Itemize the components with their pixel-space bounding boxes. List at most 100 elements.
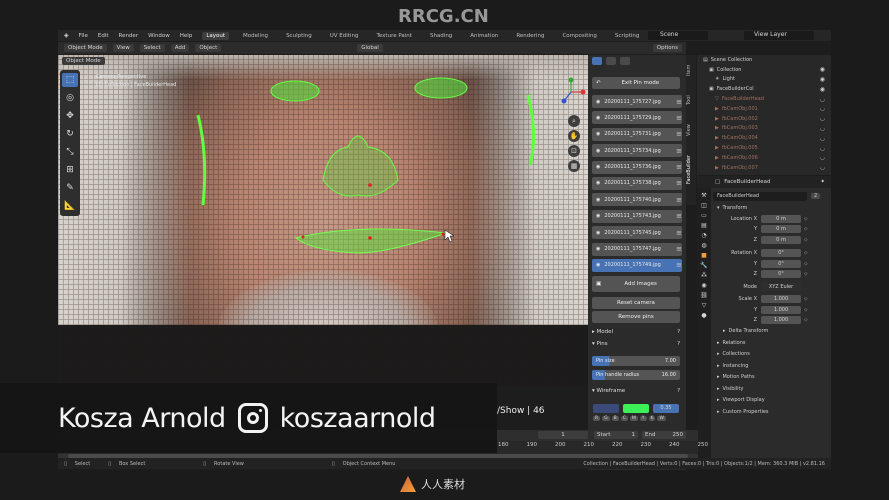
location-y-field[interactable]: 0 m xyxy=(761,225,801,234)
tab-item[interactable]: Item xyxy=(686,55,692,85)
image-row[interactable]: ◉ 20200111_175740.jpg ≡ xyxy=(592,193,682,207)
eye-icon[interactable]: ◉ xyxy=(596,213,600,219)
menu-icon[interactable]: ≡ xyxy=(676,130,682,138)
outliner-row[interactable]: ☀ Light ◉ xyxy=(697,75,831,85)
preset-c[interactable]: C xyxy=(620,416,628,421)
annotate-tool-icon[interactable]: ✎ xyxy=(62,181,78,195)
eye-icon[interactable]: ◡ xyxy=(820,105,825,112)
overlay-toggle-icon[interactable] xyxy=(620,57,630,65)
user-count[interactable]: 2 xyxy=(811,193,821,199)
tab-animation[interactable]: Animation xyxy=(466,32,502,40)
preset-y[interactable]: Y xyxy=(639,416,647,421)
tool-tab-icon[interactable]: ⚒ xyxy=(701,192,706,199)
image-row[interactable]: ◉ 20200111_175734.jpg ≡ xyxy=(592,144,682,158)
eye-icon[interactable]: ◉ xyxy=(596,230,600,236)
rotate-tool-icon[interactable]: ↻ xyxy=(62,127,78,141)
keyframe-icon[interactable]: ⬦ xyxy=(804,317,808,323)
pin[interactable] xyxy=(368,236,372,240)
cursor-tool-icon[interactable]: ◎ xyxy=(62,91,78,105)
object-name-field[interactable]: FaceBuilderHead xyxy=(713,191,807,201)
keyframe-icon[interactable]: ⬦ xyxy=(804,216,808,222)
outliner-row[interactable]: ▽ FaceBuilderHead ◡ xyxy=(697,94,831,104)
physics-tab-icon[interactable]: ◉ xyxy=(701,282,706,289)
output-tab-icon[interactable]: ▭ xyxy=(701,212,707,219)
outliner-row[interactable]: ▶ fbCamObj.002 ◡ xyxy=(697,114,831,124)
menu-file[interactable]: File xyxy=(79,33,88,39)
tab-facebuilder[interactable]: FaceBuilder xyxy=(686,145,692,195)
material-tab-icon[interactable]: ● xyxy=(701,312,706,319)
keyframe-icon[interactable]: ⬦ xyxy=(804,226,808,232)
image-row[interactable]: ◉ 20200111_175738.jpg ≡ xyxy=(592,176,682,190)
scene-tab-icon[interactable]: ◔ xyxy=(701,232,706,239)
tab-view[interactable]: View xyxy=(686,115,692,145)
menu-render[interactable]: Render xyxy=(119,33,139,39)
eye-icon[interactable]: ◉ xyxy=(596,246,600,252)
exit-pin-mode-button[interactable]: ↶ Exit Pin mode xyxy=(592,77,680,89)
tab-rendering[interactable]: Rendering xyxy=(512,32,548,40)
options-dropdown[interactable]: Options xyxy=(652,44,682,52)
pin-handle-radius-slider[interactable]: Pin handle radius 16.00 xyxy=(592,370,680,380)
eye-icon[interactable]: ◡ xyxy=(820,145,825,152)
tab-sculpting[interactable]: Sculpting xyxy=(282,32,316,40)
keyframe-icon[interactable]: ⬦ xyxy=(804,237,808,243)
eye-icon[interactable]: ◡ xyxy=(820,135,825,142)
render-tab-icon[interactable]: ◫ xyxy=(701,202,707,209)
keyframe-icon[interactable]: ⬦ xyxy=(804,261,808,267)
select-tool-icon[interactable]: ⬚ xyxy=(62,73,78,87)
eye-icon[interactable]: ◡ xyxy=(820,164,825,171)
scale-tool-icon[interactable]: ⤡ xyxy=(62,145,78,159)
3d-viewport[interactable]: Object Mode Camera Perspective (1) Colle… xyxy=(58,55,588,385)
eye-icon[interactable]: ◡ xyxy=(820,154,825,161)
menu-icon[interactable]: ≡ xyxy=(676,114,682,122)
eye-icon[interactable]: ◉ xyxy=(596,148,600,154)
menu-help[interactable]: Help xyxy=(180,33,193,39)
blender-logo-icon[interactable]: ◈ xyxy=(64,32,69,39)
eye-icon[interactable]: ◉ xyxy=(596,180,600,186)
menu-icon[interactable]: ≡ xyxy=(676,179,682,187)
preset-w[interactable]: W xyxy=(657,416,666,421)
eye-icon[interactable]: ◉ xyxy=(596,262,600,268)
zoom-icon[interactable]: ⌕ xyxy=(568,115,580,127)
tab-shading[interactable]: Shading xyxy=(426,32,456,40)
menu-icon[interactable]: ≡ xyxy=(676,98,682,106)
image-row[interactable]: ◉ 20200111_175736.jpg ≡ xyxy=(592,160,682,174)
eye-icon[interactable]: ◡ xyxy=(820,96,825,103)
rotation-z-field[interactable]: 0° xyxy=(761,270,801,279)
outliner-row[interactable]: ▶ fbCamObj.003 ◡ xyxy=(697,124,831,134)
menu-icon[interactable]: ≡ xyxy=(676,147,682,155)
constraints-tab-icon[interactable]: ⛓ xyxy=(700,292,708,299)
eye-icon[interactable]: ◉ xyxy=(596,131,600,137)
pin-icon[interactable]: ✦ xyxy=(820,179,825,185)
section-pins[interactable]: ▾ Pins? xyxy=(592,341,680,351)
motion-paths-section[interactable]: ▸ Motion Paths xyxy=(713,372,829,384)
world-tab-icon[interactable]: ◍ xyxy=(701,242,706,249)
pin[interactable] xyxy=(301,235,305,239)
end-frame-field[interactable]: End 250 xyxy=(642,431,686,439)
grid-view-icon[interactable]: ▦ xyxy=(568,160,580,172)
modifier-tab-icon[interactable]: 🔧 xyxy=(700,262,707,269)
image-row[interactable]: ◉ 20200111_175729.jpg ≡ xyxy=(592,111,682,125)
eye-icon[interactable]: ◡ xyxy=(820,115,825,122)
wireframe-opacity-field[interactable]: 0.35 xyxy=(653,404,679,413)
object-mode-button[interactable]: Object Mode xyxy=(62,57,105,65)
menu-icon[interactable]: ≡ xyxy=(676,163,682,171)
preset-g[interactable]: G xyxy=(602,416,610,421)
keyframe-icon[interactable]: ⬦ xyxy=(804,307,808,313)
section-model[interactable]: ▸ Model? xyxy=(592,329,680,339)
view-layer-selector[interactable]: View Layer xyxy=(744,31,814,40)
outliner-row[interactable]: ▶ fbCamObj.005 ◡ xyxy=(697,143,831,153)
move-tool-icon[interactable]: ✥ xyxy=(62,109,78,123)
rotation-x-field[interactable]: 0° xyxy=(761,249,801,258)
menu-icon[interactable]: ≡ xyxy=(676,196,682,204)
image-row[interactable]: ◉ 20200111_175747.jpg ≡ xyxy=(592,242,682,256)
scale-y-field[interactable]: 1.000 xyxy=(761,305,801,314)
custom-properties-section[interactable]: ▸ Custom Properties xyxy=(713,406,829,418)
rotation-y-field[interactable]: 0° xyxy=(761,259,801,268)
start-frame-field[interactable]: Start 1 xyxy=(594,431,638,439)
eye-icon[interactable]: ◉ xyxy=(820,76,825,83)
menu-view[interactable]: View xyxy=(112,44,134,52)
scale-z-field[interactable]: 1.000 xyxy=(761,316,801,325)
object-mode-dropdown[interactable]: Object Mode xyxy=(64,44,107,52)
image-row[interactable]: ◉ 20200111_175731.jpg ≡ xyxy=(592,127,682,141)
preset-m[interactable]: M xyxy=(629,416,638,421)
